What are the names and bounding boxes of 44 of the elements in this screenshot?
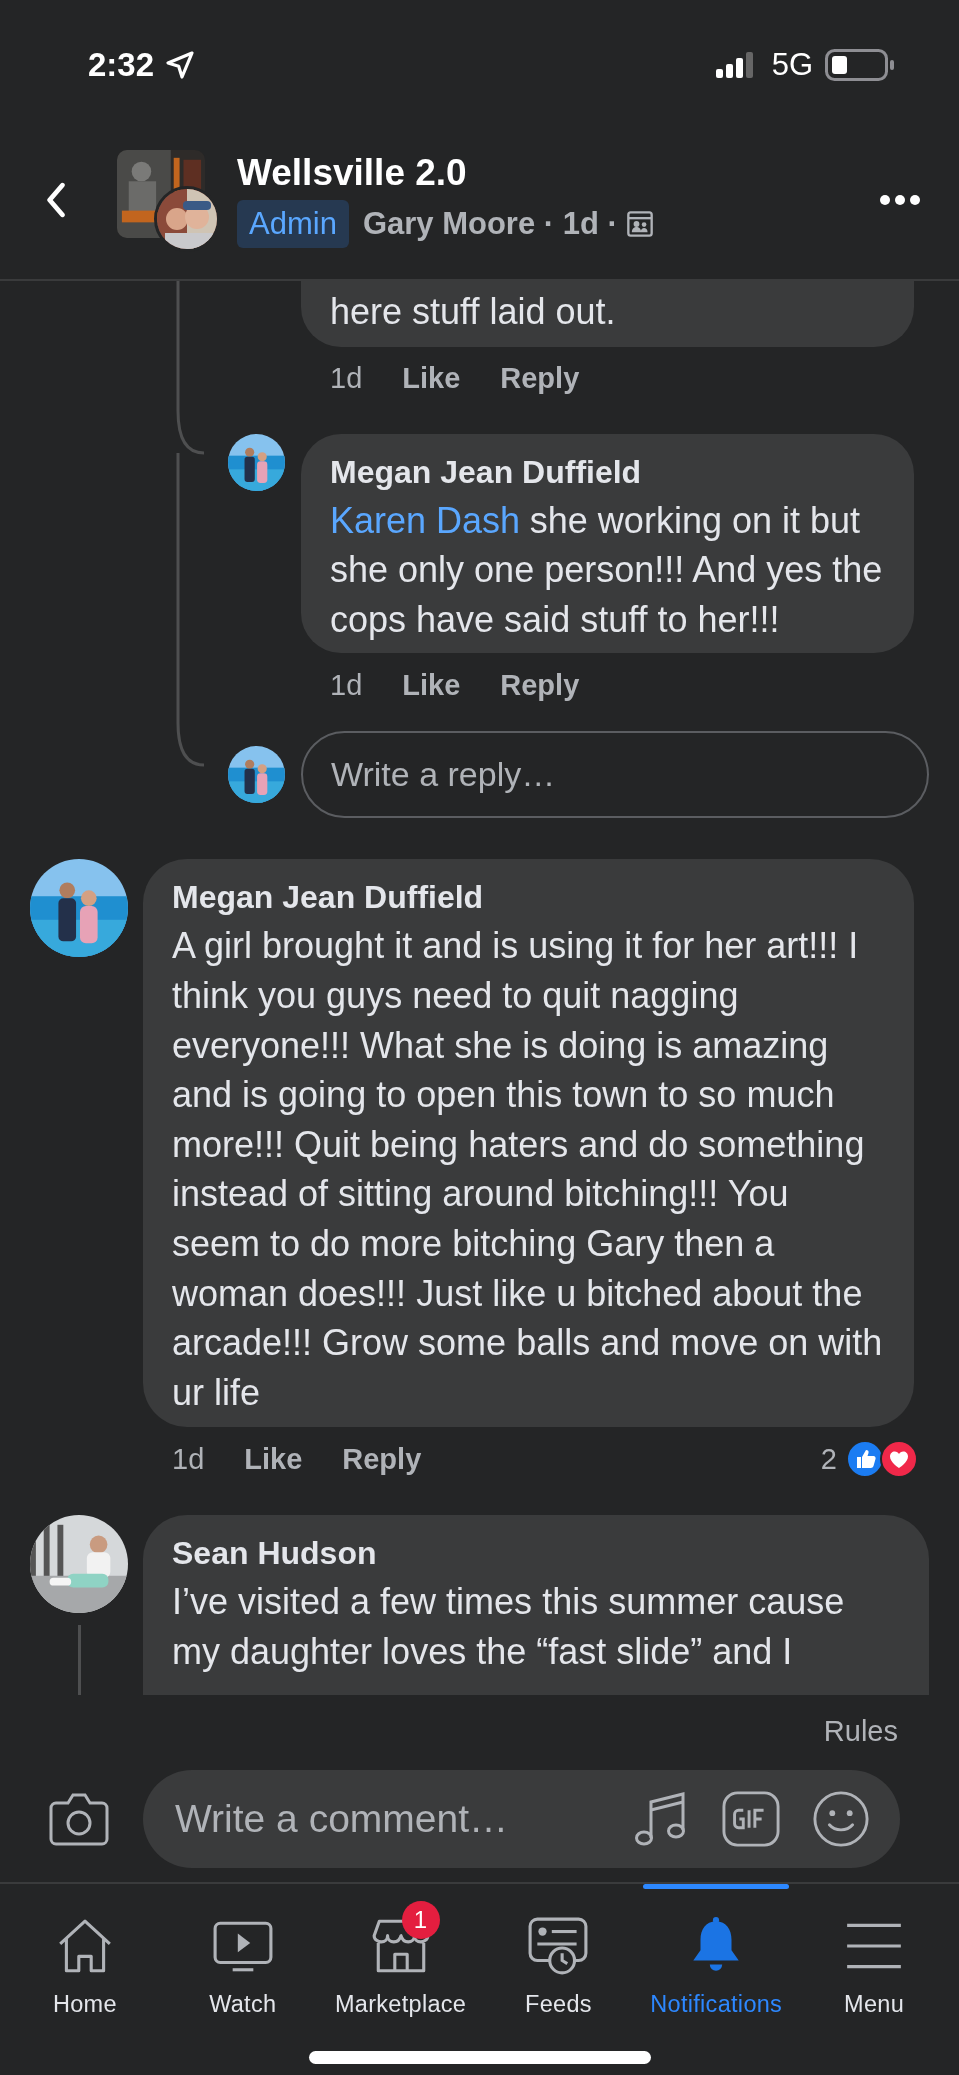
comment-text: I’ve visited a few times this summer cause my daughter loves the “fast slide” and I [172, 1580, 846, 1674]
tab[interactable]: Notifications [637, 1884, 796, 2039]
notification-badge: 1 [401, 1901, 440, 1939]
reply-field[interactable]: Write a reply… [301, 731, 929, 819]
feed-clock-icon [527, 1915, 590, 1977]
comment-field[interactable]: Write a comment… [173, 1796, 600, 1842]
tab[interactable]: Watch [163, 1884, 322, 2039]
location-arrow-icon [164, 49, 197, 81]
back-icon[interactable] [45, 181, 67, 218]
comment-age: 1d [330, 362, 363, 396]
comment-text: here stuff laid out. [330, 290, 617, 334]
signal-icon [715, 52, 756, 78]
status-time: 2:32 [88, 46, 155, 84]
like-link[interactable]: Like [402, 362, 461, 396]
admin-badge: Admin [237, 199, 349, 248]
comment-age: 1d [172, 1442, 205, 1476]
reply-link[interactable]: Reply [500, 668, 580, 702]
camera-icon[interactable] [48, 1791, 110, 1847]
like-link[interactable]: Like [244, 1442, 303, 1476]
comment-author[interactable]: Megan Jean Duffield [330, 453, 885, 490]
mention-link[interactable]: Karen Dash [330, 499, 521, 541]
tab[interactable]: Menu [795, 1884, 953, 2039]
battery-icon [825, 49, 895, 81]
group-members-icon [625, 209, 654, 238]
tab[interactable]: Home [6, 1884, 164, 2039]
comment-bar[interactable]: Write a comment… [143, 1770, 900, 1868]
comment-author[interactable]: Sean Hudson [172, 1535, 900, 1572]
gif-icon[interactable] [722, 1790, 780, 1848]
comment-age: 1d [330, 668, 363, 702]
comment-text: Karen Dash she working on it but she only one person!!! And yes the cops have said stuff to her!!! [330, 498, 884, 642]
post-meta: Gary Moore · 1d · [362, 205, 618, 242]
comment-author[interactable]: Megan Jean Duffield [172, 879, 885, 916]
tab[interactable]: Feeds [479, 1884, 638, 2039]
group-title[interactable]: Wellsville 2.0 [237, 151, 654, 194]
more-icon[interactable] [879, 193, 921, 206]
comment-text: A girl brought it and is using it for her art!!! I think you guys need to quit nagging everyone!!! What she is doing is amazing and is going to open this town to so much more!!! Quit being haters and do something instead of sitting around bitching!!! You seem to do more bitching Gary then a woman does!!! Just like u bitched about the arcade!!! Grow some balls and move on with ur life [172, 924, 884, 1415]
reply-link[interactable]: Reply [500, 362, 580, 396]
reaction-count[interactable]: 2 [820, 1442, 837, 1476]
network-label: 5G [771, 47, 813, 83]
emoji-icon[interactable] [812, 1790, 870, 1848]
like-link[interactable]: Like [402, 668, 461, 702]
reply-link[interactable]: Reply [342, 1442, 422, 1476]
tab[interactable]: 1 Marketplace [321, 1884, 480, 2039]
rules-link[interactable]: Rules [823, 1715, 898, 1755]
